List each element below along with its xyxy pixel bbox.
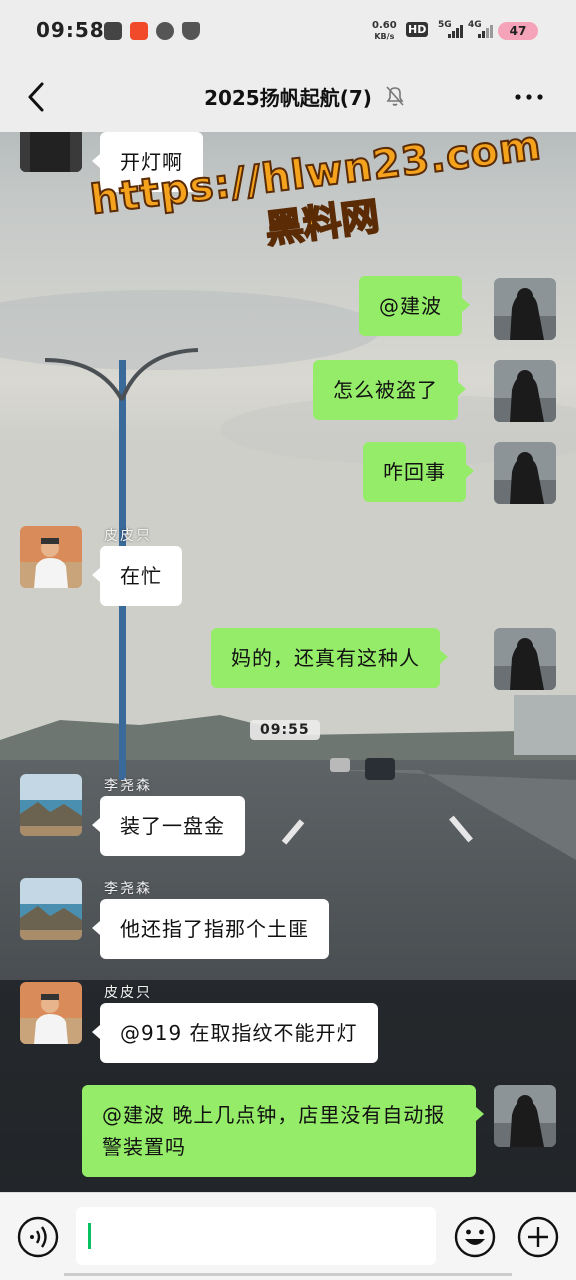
avatar[interactable] xyxy=(20,982,82,1044)
shield-icon xyxy=(182,22,200,40)
chat-header: 2025扬帆起航(7) xyxy=(0,62,576,132)
message-bubble[interactable]: 他还指了指那个土匪 xyxy=(92,899,329,959)
message-notification-icon xyxy=(104,22,122,40)
more-dots-icon[interactable] xyxy=(512,82,546,112)
status-bar: 09:58 0.60 KB/s HD 5G 4G 47 xyxy=(0,0,576,62)
message-bubble[interactable]: 装了一盘金 xyxy=(92,796,245,856)
taobao-app-icon xyxy=(130,22,148,40)
chat-title: 2025扬帆起航(7) xyxy=(204,86,372,110)
avatar[interactable] xyxy=(20,774,82,836)
text-cursor xyxy=(88,1223,91,1249)
message-list[interactable]: 开灯啊 @建波 怎么被盗了 咋回事 皮皮只 在忙 妈的，还真有这种人 09:55… xyxy=(0,110,576,1192)
input-bar xyxy=(0,1192,576,1280)
status-time: 09:58 xyxy=(36,18,105,42)
plus-icon[interactable] xyxy=(516,1215,560,1259)
message-bubble[interactable]: 咋回事 xyxy=(363,442,474,502)
voice-icon[interactable] xyxy=(16,1215,60,1259)
home-indicator xyxy=(64,1273,512,1276)
time-separator: 09:55 xyxy=(250,720,320,740)
message-bubble[interactable]: 怎么被盗了 xyxy=(313,360,466,420)
avatar[interactable] xyxy=(494,1085,556,1147)
mute-bell-icon xyxy=(386,86,404,106)
message-bubble[interactable]: @919 在取指纹不能开灯 xyxy=(92,1003,378,1063)
sender-name: 李尧森 xyxy=(104,778,152,794)
avatar[interactable] xyxy=(494,278,556,340)
emoji-icon[interactable] xyxy=(453,1215,497,1259)
sender-name: 皮皮只 xyxy=(104,985,152,1001)
avatar[interactable] xyxy=(20,878,82,940)
message-bubble[interactable]: @建波 晚上几点钟，店里没有自动报警装置吗 xyxy=(82,1085,484,1177)
avatar[interactable] xyxy=(20,526,82,588)
network-speed: 0.60 KB/s xyxy=(372,20,397,41)
sender-name: 皮皮只 xyxy=(104,528,152,544)
sender-name: 李尧森 xyxy=(104,881,152,897)
battery-indicator: 47 xyxy=(498,22,538,40)
signal-bars-icon xyxy=(478,25,493,38)
message-bubble[interactable]: 妈的，还真有这种人 xyxy=(211,628,448,688)
avatar[interactable] xyxy=(494,442,556,504)
avatar[interactable] xyxy=(494,360,556,422)
message-input[interactable] xyxy=(76,1207,436,1265)
message-bubble[interactable]: 在忙 xyxy=(92,546,182,606)
message-bubble[interactable]: @建波 xyxy=(359,276,470,336)
hd-voice-badge: HD xyxy=(406,22,429,37)
avatar[interactable] xyxy=(494,628,556,690)
app-notification-icon xyxy=(156,22,174,40)
signal-bars-icon xyxy=(448,25,463,38)
